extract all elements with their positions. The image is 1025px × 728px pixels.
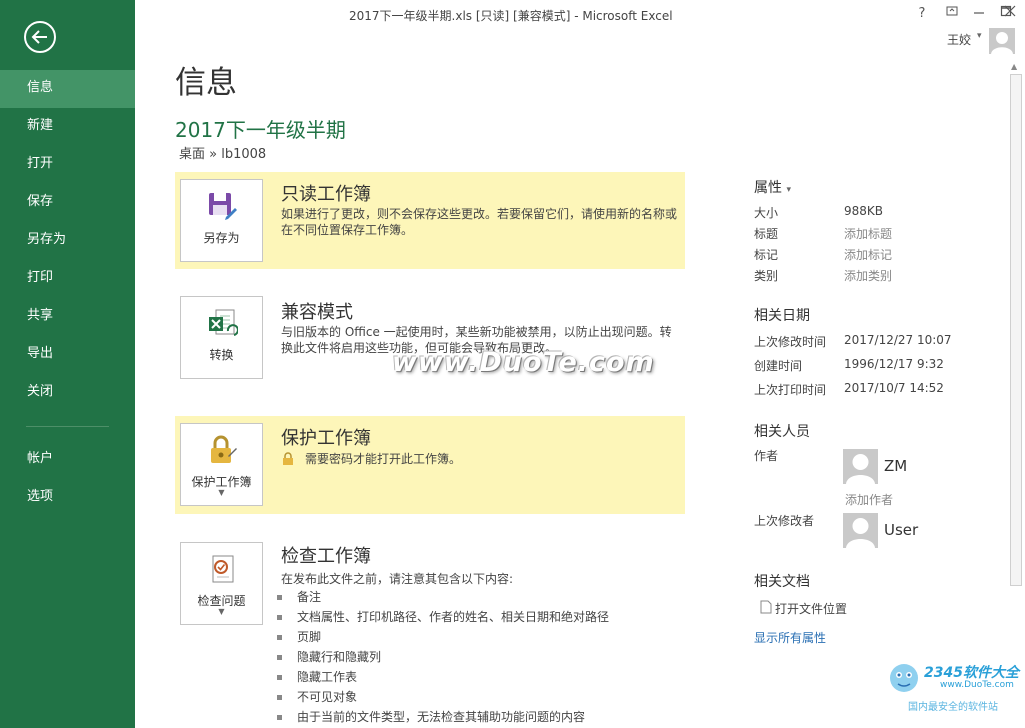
mascot-logo-icon bbox=[890, 664, 918, 692]
nav-close[interactable]: 关闭 bbox=[0, 374, 135, 412]
author-label: 作者 bbox=[754, 449, 779, 463]
read-only-heading: 只读工作簿 bbox=[281, 184, 371, 205]
dropdown-caret-icon: ▼ bbox=[218, 607, 225, 616]
category-label: 类别 bbox=[754, 269, 779, 283]
last-printed-label: 上次打印时间 bbox=[754, 383, 827, 397]
ribbon-display-icon[interactable] bbox=[942, 4, 962, 24]
properties-header-label: 属性 bbox=[754, 180, 782, 196]
small-lock-icon bbox=[283, 452, 293, 465]
read-only-description: 如果进行了更改，则不会保存这些更改。若要保留它们，请使用新的名称或在不同位置保存… bbox=[281, 207, 678, 237]
last-printed-value: 2017/10/7 14:52 bbox=[844, 381, 944, 395]
user-avatar[interactable] bbox=[989, 28, 1015, 54]
last-modified-by-label: 上次修改者 bbox=[754, 514, 815, 528]
open-file-location-link[interactable]: 打开文件位置 bbox=[775, 600, 847, 617]
list-item: 隐藏工作表 bbox=[273, 667, 609, 687]
save-as-icon bbox=[209, 193, 237, 220]
last-modified-by-avatar[interactable] bbox=[843, 513, 878, 548]
document-icon bbox=[760, 600, 772, 614]
properties-header[interactable]: 属性 ▾ bbox=[754, 177, 791, 197]
convert-icon bbox=[209, 309, 238, 336]
inspect-heading: 检查工作簿 bbox=[281, 546, 371, 567]
corner-url: www.DuoTe.com bbox=[940, 680, 1014, 690]
inspect-document-icon bbox=[212, 555, 234, 583]
last-modified-value: 2017/12/27 10:07 bbox=[844, 333, 952, 347]
list-item: 页脚 bbox=[273, 627, 609, 647]
add-category-field[interactable]: 添加类别 bbox=[844, 267, 892, 284]
tags-label: 标记 bbox=[754, 248, 779, 262]
nav-account[interactable]: 帐户 bbox=[0, 441, 135, 479]
show-all-properties-link[interactable]: 显示所有属性 bbox=[754, 629, 826, 646]
author-name[interactable]: ZM bbox=[884, 457, 907, 475]
convert-button[interactable]: 转换 bbox=[180, 296, 263, 379]
dropdown-caret-icon: ▼ bbox=[218, 488, 225, 497]
inspect-description: 在发布此文件之前，请注意其包含以下内容: bbox=[281, 572, 514, 586]
nav-export[interactable]: 导出 bbox=[0, 336, 135, 374]
close-window-button[interactable] bbox=[1000, 4, 1020, 24]
protect-description: 需要密码才能打开此工作簿。 bbox=[305, 452, 462, 466]
related-dates-header: 相关日期 bbox=[754, 308, 810, 324]
corner-watermark: 2345软件大全 www.DuoTe.com 国内最安全的软件站 bbox=[884, 652, 1022, 724]
nav-divider bbox=[26, 426, 109, 427]
save-as-button[interactable]: 另存为 bbox=[180, 179, 263, 262]
list-item: 隐藏行和隐藏列 bbox=[273, 647, 609, 667]
page-title: 信息 bbox=[175, 65, 237, 101]
backstage-sidebar: 信息 新建 打开 保存 另存为 打印 共享 导出 关闭 帐户 选项 bbox=[0, 0, 135, 728]
lock-icon bbox=[211, 435, 237, 463]
nav-save[interactable]: 保存 bbox=[0, 184, 135, 222]
properties-dropdown-caret-icon: ▾ bbox=[786, 185, 791, 195]
scroll-up-arrow-icon[interactable]: ▲ bbox=[1011, 62, 1017, 71]
nav-print[interactable]: 打印 bbox=[0, 260, 135, 298]
read-only-section: 另存为 只读工作簿 如果进行了更改，则不会保存这些更改。若要保留它们，请使用新的… bbox=[175, 172, 685, 269]
compatibility-heading: 兼容模式 bbox=[281, 302, 353, 323]
add-author-link[interactable]: 添加作者 bbox=[845, 491, 893, 508]
backstage-nav: 信息 新建 打开 保存 另存为 打印 共享 导出 关闭 帐户 选项 bbox=[0, 70, 135, 517]
created-value: 1996/12/17 9:32 bbox=[844, 357, 944, 371]
duote-watermark: www.DuoTe.com bbox=[392, 347, 655, 378]
signed-in-user-name[interactable]: 王姣 bbox=[947, 31, 971, 48]
add-title-field[interactable]: 添加标题 bbox=[844, 225, 892, 242]
save-as-label: 另存为 bbox=[203, 231, 240, 245]
size-value: 988KB bbox=[844, 204, 884, 218]
last-modified-by-name[interactable]: User bbox=[884, 521, 918, 539]
nav-new[interactable]: 新建 bbox=[0, 108, 135, 146]
corner-brand: 2345软件大全 bbox=[924, 665, 1019, 681]
inspect-section: 检查问题 ▼ 检查工作簿 在发布此文件之前，请注意其包含以下内容: 备注 文档属… bbox=[175, 536, 685, 728]
related-people-header: 相关人员 bbox=[754, 424, 810, 440]
related-documents-header: 相关文档 bbox=[754, 574, 810, 590]
nav-save-as[interactable]: 另存为 bbox=[0, 222, 135, 260]
list-item: 文档属性、打印机路径、作者的姓名、相关日期和绝对路径 bbox=[273, 607, 609, 627]
protect-workbook-button[interactable]: 保护工作簿 ▼ bbox=[180, 423, 263, 506]
scroll-thumb[interactable] bbox=[1010, 74, 1022, 586]
author-avatar[interactable] bbox=[843, 449, 878, 484]
window-title: 2017下一年级半期.xls [只读] [兼容模式] - Microsoft E… bbox=[349, 9, 673, 23]
minimize-button[interactable] bbox=[969, 4, 989, 24]
add-tags-field[interactable]: 添加标记 bbox=[844, 246, 892, 263]
file-path-breadcrumb[interactable]: 桌面 » lb1008 bbox=[179, 143, 266, 162]
back-arrow-icon bbox=[31, 30, 47, 44]
last-modified-label: 上次修改时间 bbox=[754, 335, 827, 349]
size-label: 大小 bbox=[754, 206, 779, 220]
list-item: 由于当前的文件类型，无法检查其辅助功能问题的内容 bbox=[273, 707, 609, 727]
check-for-issues-button[interactable]: 检查问题 ▼ bbox=[180, 542, 263, 625]
convert-label: 转换 bbox=[209, 348, 234, 362]
protect-heading: 保护工作簿 bbox=[281, 428, 371, 449]
created-label: 创建时间 bbox=[754, 359, 803, 373]
nav-info[interactable]: 信息 bbox=[0, 70, 135, 108]
help-button[interactable]: ? bbox=[912, 4, 932, 24]
title-bar: 2017下一年级半期.xls [只读] [兼容模式] - Microsoft E… bbox=[135, 0, 1025, 30]
nav-open[interactable]: 打开 bbox=[0, 146, 135, 184]
list-item: 不可见对象 bbox=[273, 687, 609, 707]
nav-share[interactable]: 共享 bbox=[0, 298, 135, 336]
inspect-list: 备注 文档属性、打印机路径、作者的姓名、相关日期和绝对路径 页脚 隐藏行和隐藏列… bbox=[273, 587, 609, 727]
corner-tagline: 国内最安全的软件站 bbox=[908, 702, 998, 713]
title-label: 标题 bbox=[754, 227, 779, 241]
user-menu-caret-icon[interactable]: ▾ bbox=[977, 31, 982, 41]
protect-section: 保护工作簿 ▼ 保护工作簿 需要密码才能打开此工作簿。 bbox=[175, 416, 685, 514]
back-button[interactable] bbox=[24, 21, 56, 53]
nav-options[interactable]: 选项 bbox=[0, 479, 135, 517]
list-item: 备注 bbox=[273, 587, 609, 607]
file-title: 2017下一年级半期 bbox=[175, 118, 346, 142]
vertical-scrollbar[interactable]: ▲ bbox=[1008, 58, 1025, 728]
